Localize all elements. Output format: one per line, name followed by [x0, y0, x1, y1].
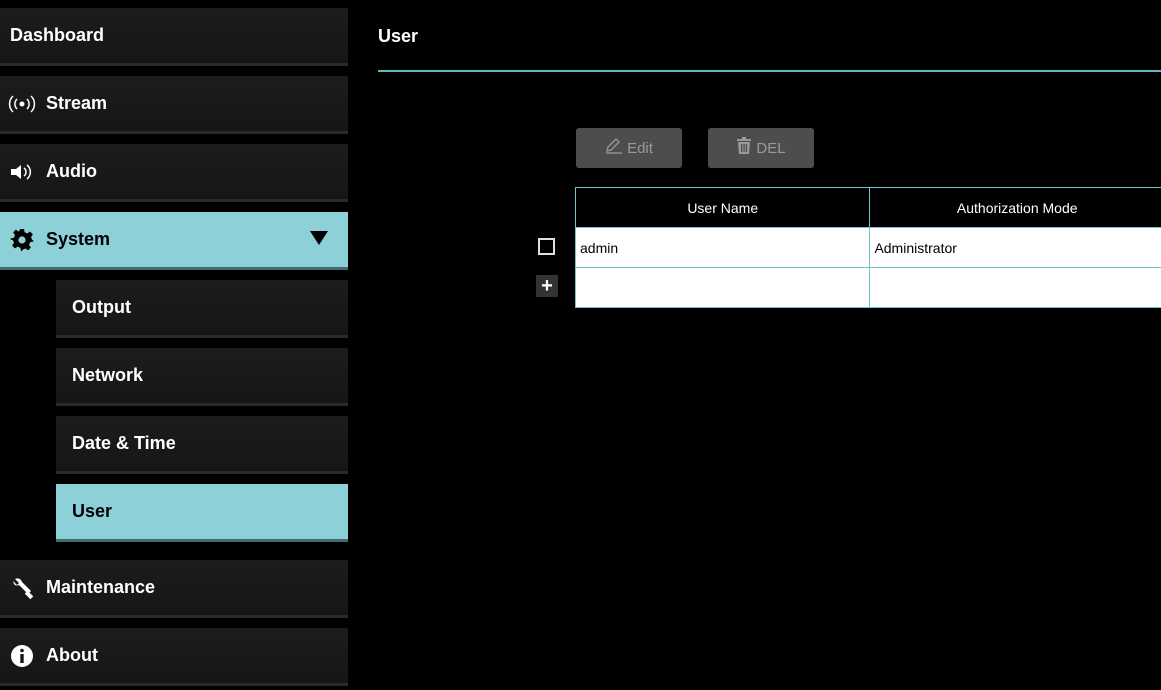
table-row[interactable]: admin Administrator	[574, 227, 1161, 268]
column-header-authorization-mode: Authorization Mode	[869, 187, 1161, 228]
table-cell-authorization-mode: Administrator	[869, 227, 1161, 268]
table-cell-user-name: admin	[574, 227, 871, 268]
nav-stream[interactable]: Stream	[0, 76, 348, 134]
nav-audio-label: Audio	[46, 161, 97, 181]
delete-button[interactable]: DEL	[708, 128, 814, 168]
row-select-checkbox[interactable]	[538, 238, 555, 255]
page-title: User	[378, 26, 419, 46]
main-content: User Edit DEL + User Name Authorization …	[348, 0, 1161, 690]
info-icon	[8, 642, 36, 670]
title-divider	[378, 70, 1161, 72]
nav-audio[interactable]: Audio	[0, 144, 348, 202]
table-cell-user-name[interactable]	[574, 267, 871, 308]
nav-dashboard-label: Dashboard	[10, 25, 105, 45]
nav-network-label: Network	[72, 365, 144, 385]
column-header-user-name: User Name	[574, 187, 871, 228]
nav-user[interactable]: User	[56, 484, 348, 542]
broadcast-icon	[8, 90, 36, 118]
nav-output-label: Output	[72, 297, 131, 317]
nav-about[interactable]: About	[0, 628, 348, 686]
speaker-icon	[8, 158, 36, 186]
pencil-icon	[605, 138, 623, 158]
nav-output[interactable]: Output	[56, 280, 348, 338]
chevron-down-icon	[310, 229, 328, 250]
trash-icon	[736, 137, 752, 159]
plus-icon[interactable]: +	[536, 275, 558, 297]
nav-date-time[interactable]: Date & Time	[56, 416, 348, 474]
table-row-new[interactable]	[574, 267, 1161, 308]
user-table: User Name Authorization Mode admin Admin…	[574, 187, 1161, 308]
nav-maintenance-label: Maintenance	[46, 577, 156, 597]
delete-button-label: DEL	[756, 139, 786, 157]
edit-button[interactable]: Edit	[576, 128, 682, 168]
nav-system-label: System	[46, 229, 111, 249]
sidebar: Dashboard Stream Audio System Output Net…	[0, 0, 348, 690]
nav-system[interactable]: System	[0, 212, 348, 270]
nav-dashboard[interactable]: Dashboard	[0, 8, 348, 66]
wrench-icon	[8, 574, 36, 602]
nav-about-label: About	[46, 645, 98, 665]
gear-icon	[8, 226, 36, 254]
table-header-row: User Name Authorization Mode	[574, 187, 1161, 228]
table-cell-authorization-mode[interactable]	[869, 267, 1161, 308]
nav-network[interactable]: Network	[56, 348, 348, 406]
nav-maintenance[interactable]: Maintenance	[0, 560, 348, 618]
edit-button-label: Edit	[627, 139, 653, 157]
nav-stream-label: Stream	[46, 93, 108, 113]
nav-user-label: User	[72, 501, 113, 521]
nav-date-time-label: Date & Time	[72, 433, 176, 453]
